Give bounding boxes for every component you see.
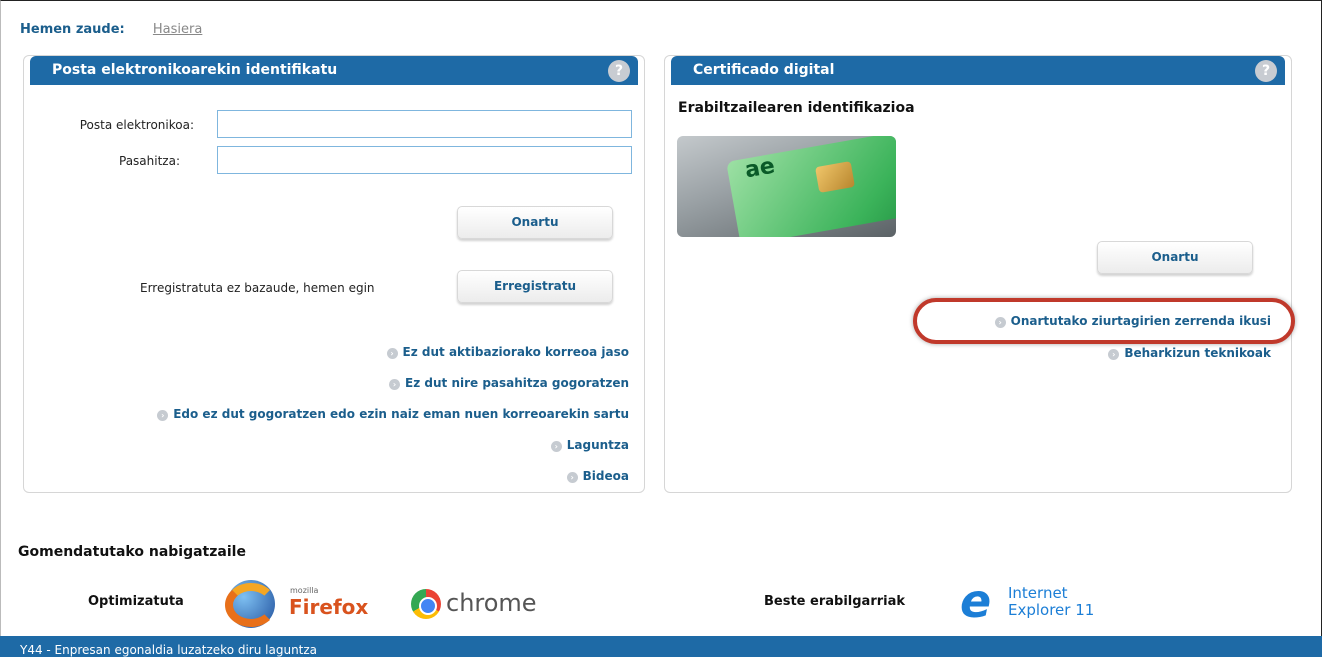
footer-text: Y44 - Enpresan egonaldia luzatzeko diru …	[20, 643, 318, 657]
digital-certificate-panel: Certificado digital ? Erabiltzailearen i…	[664, 55, 1292, 493]
email-login-header: Posta elektronikoarekin identifikatu ?	[30, 56, 638, 85]
recommended-browsers-title: Gomendatutako nabigatzaile	[18, 544, 246, 560]
firefox-brand: mozilla	[290, 586, 319, 595]
firefox-fox-icon	[225, 583, 277, 627]
chrome-logo-icon	[411, 589, 441, 619]
link-forgot-email[interactable]: › Edo ez dut gogoratzen edo ezin naiz ema…	[157, 407, 629, 421]
email-submit-button[interactable]: Onartu	[457, 206, 613, 239]
card-logo: ae	[743, 153, 777, 184]
register-button[interactable]: Erregistratu	[457, 270, 613, 303]
email-login-panel: Posta elektronikoarekin identifikatu ? P…	[23, 55, 645, 493]
email-field[interactable]	[217, 110, 632, 138]
help-icon[interactable]: ?	[1255, 60, 1277, 82]
arrow-circle-icon: ›	[566, 472, 578, 483]
arrow-circle-icon: ›	[389, 379, 401, 390]
user-identification-title: Erabiltzailearen identifikazioa	[678, 100, 915, 116]
arrow-circle-icon: ›	[550, 441, 562, 452]
email-label: Posta elektronikoa:	[79, 118, 194, 132]
smart-card-image: ae	[677, 136, 896, 237]
link-video[interactable]: › Bideoa	[566, 469, 629, 483]
certificate-submit-button[interactable]: Onartu	[1097, 241, 1253, 274]
optimized-label: Optimizatuta	[88, 594, 184, 609]
footer-bar: Y44 - Enpresan egonaldia luzatzeko diru …	[0, 636, 1322, 657]
highlight-annotation	[913, 298, 1295, 344]
arrow-circle-icon: ›	[157, 410, 169, 421]
internet-explorer-name: Internet Explorer 11	[1008, 584, 1095, 619]
other-browsers-label: Beste erabilgarriak	[764, 594, 906, 609]
password-field[interactable]	[217, 146, 632, 174]
breadcrumb-link-home[interactable]: Hasiera	[153, 22, 202, 37]
register-text: Erregistratuta ez bazaude, hemen egin	[140, 281, 375, 295]
password-label: Pasahitza:	[119, 154, 180, 168]
internet-explorer-logo-icon: e	[960, 574, 992, 628]
link-help[interactable]: › Laguntza	[550, 438, 629, 452]
arrow-circle-icon: ›	[386, 348, 398, 359]
arrow-circle-icon: ›	[1108, 349, 1120, 360]
breadcrumb-title: Hemen zaude:	[20, 22, 125, 37]
email-login-title: Posta elektronikoarekin identifikatu	[52, 62, 338, 78]
help-icon[interactable]: ?	[608, 60, 630, 82]
link-technical-requirements[interactable]: › Beharkizun teknikoak	[1108, 346, 1271, 360]
chrome-name: chrome	[446, 589, 537, 617]
certificate-header: Certificado digital ?	[671, 56, 1285, 85]
certificate-title: Certificado digital	[693, 62, 835, 78]
link-activation-email[interactable]: › Ez dut aktibaziorako korreoa jaso	[386, 345, 629, 359]
breadcrumb: Hemen zaude: Hasiera	[20, 22, 202, 37]
firefox-name: Firefox	[289, 595, 369, 619]
link-forgot-password[interactable]: › Ez dut nire pasahitza gogoratzen	[389, 376, 629, 390]
card-body	[726, 136, 896, 237]
